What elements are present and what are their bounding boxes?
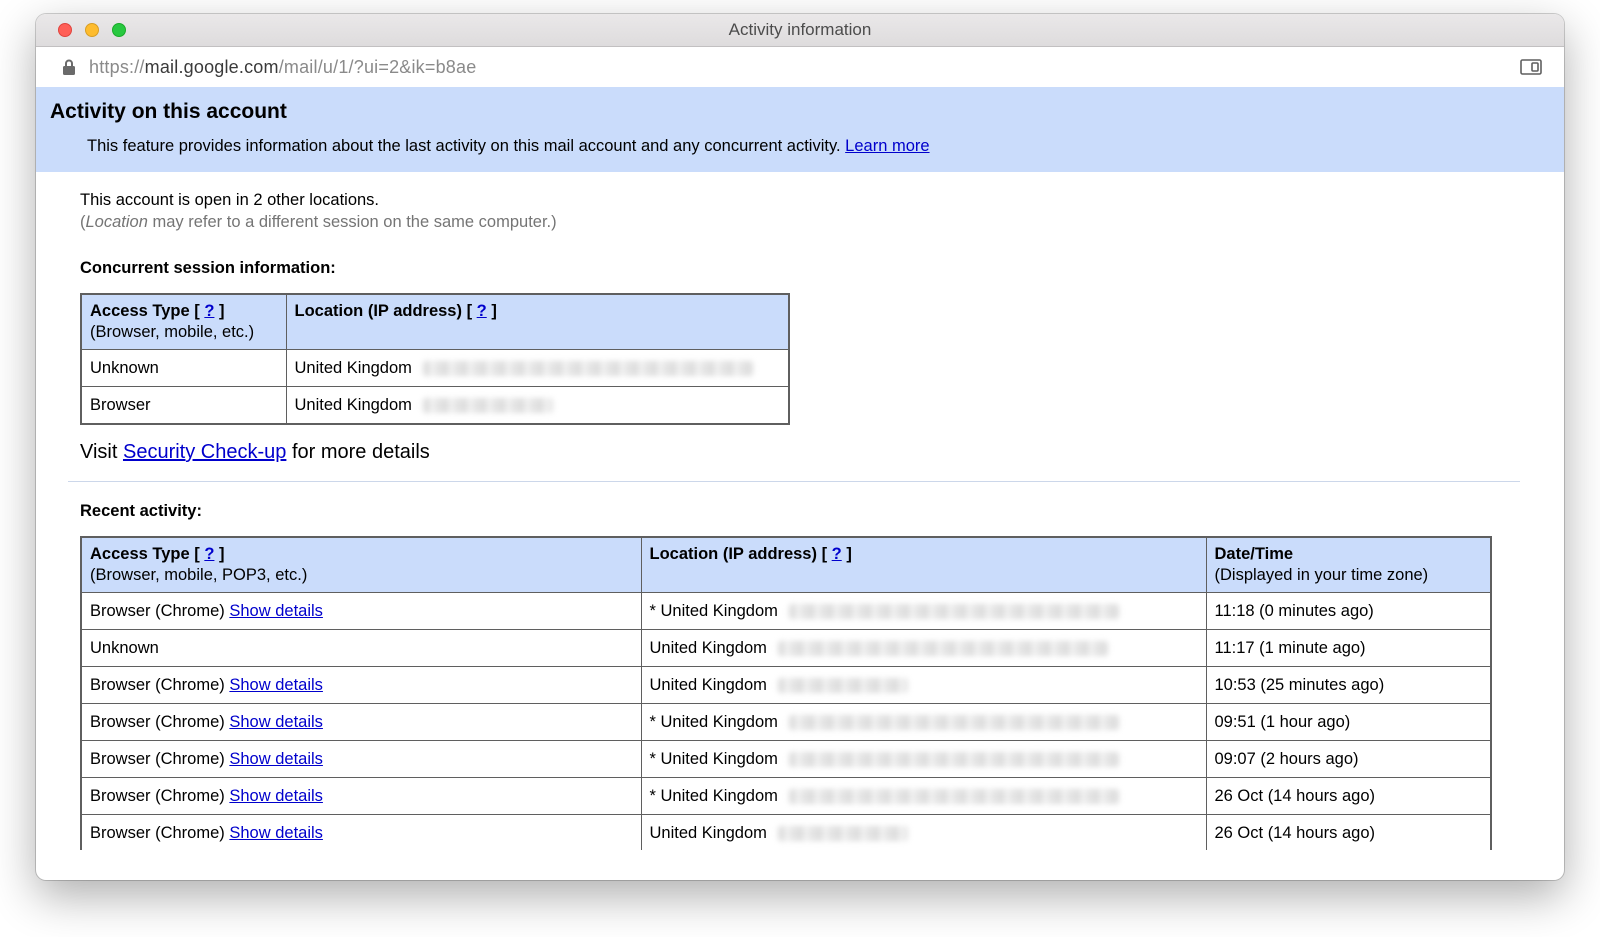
- concurrent-sessions-table: Access Type [ ? ] (Browser, mobile, etc.…: [80, 293, 790, 425]
- help-link[interactable]: ?: [832, 545, 842, 563]
- access-type-cell: Browser (Chrome) Show details: [81, 815, 641, 851]
- table-row: Browser (Chrome) Show details* United Ki…: [81, 593, 1491, 630]
- datetime-cell: 09:07 (2 hours ago): [1206, 741, 1491, 778]
- redacted-ip: [778, 641, 1108, 656]
- datetime-cell: 11:18 (0 minutes ago): [1206, 593, 1491, 630]
- datetime-cell: 10:53 (25 minutes ago): [1206, 667, 1491, 704]
- url-text[interactable]: https://mail.google.com/mail/u/1/?ui=2&i…: [89, 57, 476, 78]
- security-checkup-text: Visit Security Check-up for more details: [80, 441, 1520, 464]
- access-type-subtext: (Browser, mobile, POP3, etc.): [90, 566, 307, 584]
- concurrent-sessions-heading: Concurrent session information:: [80, 259, 1520, 278]
- location-cell: United Kingdom: [286, 387, 789, 425]
- redacted-ip: [789, 715, 1119, 730]
- datetime-cell: 11:17 (1 minute ago): [1206, 630, 1491, 667]
- location-cell: United Kingdom: [641, 630, 1206, 667]
- titlebar[interactable]: Activity information: [36, 14, 1564, 47]
- divider: [68, 481, 1520, 482]
- open-locations-text: This account is open in 2 other location…: [80, 191, 1520, 210]
- help-link[interactable]: ?: [477, 302, 487, 320]
- security-checkup-link[interactable]: Security Check-up: [123, 441, 286, 463]
- description-text: This feature provides information about …: [87, 137, 841, 155]
- table-row: Browser (Chrome) Show detailsUnited King…: [81, 815, 1491, 851]
- redacted-ip: [789, 604, 1119, 619]
- recent-activity-heading: Recent activity:: [80, 502, 1520, 521]
- show-details-link[interactable]: Show details: [229, 676, 323, 694]
- show-details-link[interactable]: Show details: [229, 750, 323, 768]
- datetime-subtext: (Displayed in your time zone): [1215, 566, 1429, 584]
- help-link[interactable]: ?: [204, 545, 214, 563]
- help-link[interactable]: ?: [204, 302, 214, 320]
- access-type-header: Access Type [ ? ] (Browser, mobile, POP3…: [81, 537, 641, 593]
- location-cell: United Kingdom: [286, 350, 789, 387]
- location-header: Location (IP address) [ ? ]: [641, 537, 1206, 593]
- location-cell: United Kingdom: [641, 815, 1206, 851]
- access-type-cell: Browser: [81, 387, 286, 425]
- window-title: Activity information: [729, 20, 872, 40]
- show-details-link[interactable]: Show details: [229, 602, 323, 620]
- location-cell: * United Kingdom: [641, 704, 1206, 741]
- table-header-row: Access Type [ ? ] (Browser, mobile, etc.…: [81, 294, 789, 350]
- access-type-cell: Unknown: [81, 630, 641, 667]
- access-type-cell: Browser (Chrome) Show details: [81, 704, 641, 741]
- datetime-cell: 26 Oct (14 hours ago): [1206, 778, 1491, 815]
- table-row: Unknown United Kingdom 11:17 (1 minute a…: [81, 630, 1491, 667]
- show-details-link[interactable]: Show details: [229, 713, 323, 731]
- table-row: Browser (Chrome) Show details* United Ki…: [81, 778, 1491, 815]
- show-details-link[interactable]: Show details: [229, 787, 323, 805]
- datetime-header: Date/Time (Displayed in your time zone): [1206, 537, 1491, 593]
- location-cell: * United Kingdom: [641, 778, 1206, 815]
- page-description: This feature provides information about …: [87, 137, 1550, 156]
- traffic-lights: [58, 14, 126, 46]
- datetime-cell: 26 Oct (14 hours ago): [1206, 815, 1491, 851]
- windows-icon[interactable]: [1520, 59, 1542, 75]
- access-type-subtext: (Browser, mobile, etc.): [90, 323, 254, 341]
- location-cell: * United Kingdom: [641, 741, 1206, 778]
- redacted-ip: [423, 361, 753, 376]
- access-type-cell: Browser (Chrome) Show details: [81, 778, 641, 815]
- location-note-text: (Location may refer to a different sessi…: [80, 213, 1520, 232]
- table-row: UnknownUnited Kingdom: [81, 350, 789, 387]
- show-details-link[interactable]: Show details: [229, 824, 323, 842]
- redacted-ip: [778, 826, 908, 841]
- page-title: Activity on this account: [50, 100, 1550, 124]
- page-viewport: Activity on this account This feature pr…: [36, 87, 1564, 850]
- location-cell: * United Kingdom: [641, 593, 1206, 630]
- table-row: Browser (Chrome) Show details* United Ki…: [81, 704, 1491, 741]
- table-row: BrowserUnited Kingdom: [81, 387, 789, 425]
- close-button[interactable]: [58, 23, 72, 37]
- browser-window: Activity information https://mail.google…: [36, 14, 1564, 880]
- access-type-cell: Browser (Chrome) Show details: [81, 741, 641, 778]
- access-type-cell: Unknown: [81, 350, 286, 387]
- access-type-cell: Browser (Chrome) Show details: [81, 593, 641, 630]
- table-row: Browser (Chrome) Show details* United Ki…: [81, 741, 1491, 778]
- recent-activity-table: Access Type [ ? ] (Browser, mobile, POP3…: [80, 536, 1492, 850]
- page-header: Activity on this account This feature pr…: [36, 87, 1564, 172]
- zoom-button[interactable]: [112, 23, 126, 37]
- redacted-ip: [778, 678, 908, 693]
- redacted-ip: [789, 752, 1119, 767]
- table-header-row: Access Type [ ? ] (Browser, mobile, POP3…: [81, 537, 1491, 593]
- location-header: Location (IP address) [ ? ]: [286, 294, 789, 350]
- minimize-button[interactable]: [85, 23, 99, 37]
- datetime-cell: 09:51 (1 hour ago): [1206, 704, 1491, 741]
- redacted-ip: [789, 789, 1119, 804]
- access-type-header: Access Type [ ? ] (Browser, mobile, etc.…: [81, 294, 286, 350]
- access-type-cell: Browser (Chrome) Show details: [81, 667, 641, 704]
- learn-more-link[interactable]: Learn more: [845, 137, 929, 155]
- location-cell: United Kingdom: [641, 667, 1206, 704]
- lock-icon: [62, 58, 76, 76]
- table-row: Browser (Chrome) Show detailsUnited King…: [81, 667, 1491, 704]
- page-content: This account is open in 2 other location…: [36, 172, 1564, 850]
- redacted-ip: [423, 398, 553, 413]
- url-bar[interactable]: https://mail.google.com/mail/u/1/?ui=2&i…: [36, 47, 1564, 87]
